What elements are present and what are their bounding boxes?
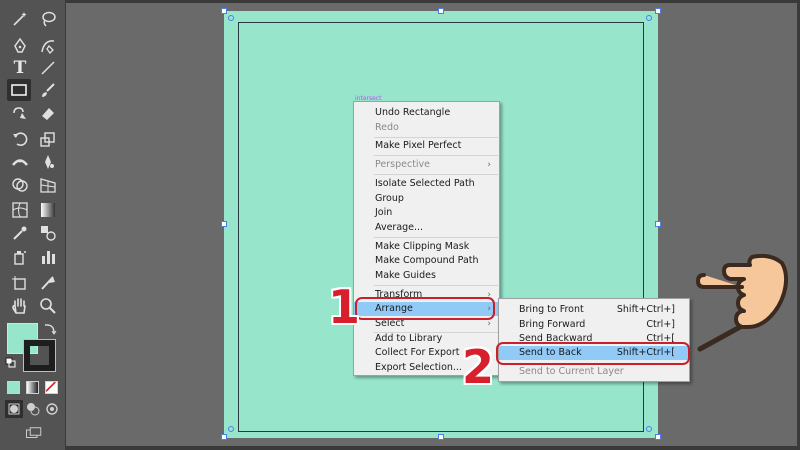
menu-separator [374, 285, 498, 286]
pen-icon[interactable] [8, 35, 32, 57]
context-menu: Undo Rectangle Redo Make Pixel Perfect P… [353, 101, 500, 376]
menu-item-make-pixel-perfect[interactable]: Make Pixel Perfect [354, 139, 499, 153]
menu-item-join[interactable]: Join [354, 206, 499, 220]
submenu-arrow-icon: › [487, 160, 491, 170]
shaper-icon[interactable] [8, 102, 32, 124]
bounding-box-handle[interactable] [438, 434, 444, 440]
hand-icon[interactable] [8, 295, 32, 317]
puppet-warp-icon[interactable] [36, 151, 60, 173]
submenu-item-label: Bring Forward [519, 319, 586, 330]
none-mode-icon[interactable] [45, 381, 58, 394]
menu-item-perspective[interactable]: Perspective › [354, 158, 499, 172]
corner-widget[interactable] [646, 15, 652, 21]
zoom-icon[interactable] [36, 295, 60, 317]
type-icon[interactable]: T [8, 57, 32, 79]
scale-icon[interactable] [36, 128, 60, 150]
magic-wand-icon[interactable] [8, 8, 32, 30]
menu-separator [374, 155, 498, 156]
menu-item-make-compound-path[interactable]: Make Compound Path [354, 254, 499, 268]
rectangle-icon[interactable] [7, 79, 31, 101]
window-frame-top [0, 0, 800, 3]
screen-mode-icon[interactable] [22, 424, 46, 442]
menu-separator [374, 237, 498, 238]
tools-panel: T [0, 0, 66, 450]
submenu-item-bring-forward[interactable]: Bring Forward Ctrl+] [499, 318, 689, 332]
bounding-box-handle[interactable] [655, 221, 661, 227]
menu-item-undo-rectangle[interactable]: Undo Rectangle [354, 106, 499, 120]
shortcut-label: Shift+Ctrl+] [616, 304, 675, 315]
swap-fill-stroke-icon[interactable] [42, 321, 58, 337]
menu-item-group[interactable]: Group [354, 192, 499, 206]
shortcut-label: Ctrl+] [646, 319, 675, 330]
send-to-back-highlight-ring [496, 342, 690, 365]
bounding-box-handle[interactable] [221, 8, 227, 14]
menu-item-label: Collect For Export [375, 347, 460, 358]
width-icon[interactable] [8, 151, 32, 173]
slice-icon[interactable] [36, 272, 60, 294]
bounding-box-handle[interactable] [221, 221, 227, 227]
menu-item-make-guides[interactable]: Make Guides [354, 269, 499, 283]
submenu-item-label: Send to Current Layer [519, 366, 624, 377]
gradient-mode-icon[interactable] [26, 381, 39, 394]
window-frame-bottom [0, 446, 800, 450]
menu-separator [374, 137, 498, 138]
pointing-hand-icon [696, 253, 789, 352]
bounding-box-handle[interactable] [438, 8, 444, 14]
shape-builder-icon[interactable] [8, 174, 32, 196]
blend-icon[interactable] [36, 222, 60, 244]
paintbrush-icon[interactable] [36, 79, 60, 101]
rotate-icon[interactable] [8, 128, 32, 150]
mesh-icon[interactable] [8, 199, 32, 221]
lasso-icon[interactable] [36, 8, 60, 30]
curvature-icon[interactable] [36, 35, 60, 57]
bounding-box-handle[interactable] [221, 434, 227, 440]
menu-item-isolate-selected-path[interactable]: Isolate Selected Path [354, 177, 499, 191]
default-colors-icon[interactable] [5, 357, 17, 369]
line-icon[interactable] [36, 57, 60, 79]
symbol-sprayer-icon[interactable] [8, 246, 32, 268]
menu-separator [374, 174, 498, 175]
menu-item-redo[interactable]: Redo [354, 121, 499, 135]
draw-normal-icon[interactable] [5, 400, 23, 418]
draw-behind-icon[interactable] [24, 400, 42, 418]
draw-inside-icon[interactable] [43, 400, 61, 418]
arrange-highlight-ring [355, 297, 495, 320]
submenu-item-send-to-current-layer[interactable]: Send to Current Layer [499, 365, 689, 379]
perspective-grid-icon[interactable] [36, 174, 60, 196]
submenu-item-label: Bring to Front [519, 304, 584, 315]
corner-widget[interactable] [228, 426, 234, 432]
eraser-icon[interactable] [36, 102, 60, 124]
column-graph-icon[interactable] [36, 246, 60, 268]
eyedropper-icon[interactable] [8, 222, 32, 244]
arrange-submenu: Bring to Front Shift+Ctrl+] Bring Forwar… [498, 298, 690, 382]
step-number-1: 1 [328, 280, 361, 334]
corner-widget[interactable] [228, 15, 234, 21]
bounding-box-handle[interactable] [655, 434, 661, 440]
bounding-box-handle[interactable] [655, 8, 661, 14]
stroke-color-swatch[interactable] [23, 339, 56, 372]
submenu-item-bring-to-front[interactable]: Bring to Front Shift+Ctrl+] [499, 303, 689, 317]
menu-item-label: Perspective [375, 159, 431, 170]
step-number-2: 2 [462, 340, 495, 394]
color-mode-icon[interactable] [7, 381, 20, 394]
corner-widget[interactable] [646, 426, 652, 432]
gradient-icon[interactable] [36, 199, 60, 221]
menu-item-average[interactable]: Average... [354, 221, 499, 235]
menu-item-make-clipping-mask[interactable]: Make Clipping Mask [354, 240, 499, 254]
artboard-icon[interactable] [8, 272, 32, 294]
